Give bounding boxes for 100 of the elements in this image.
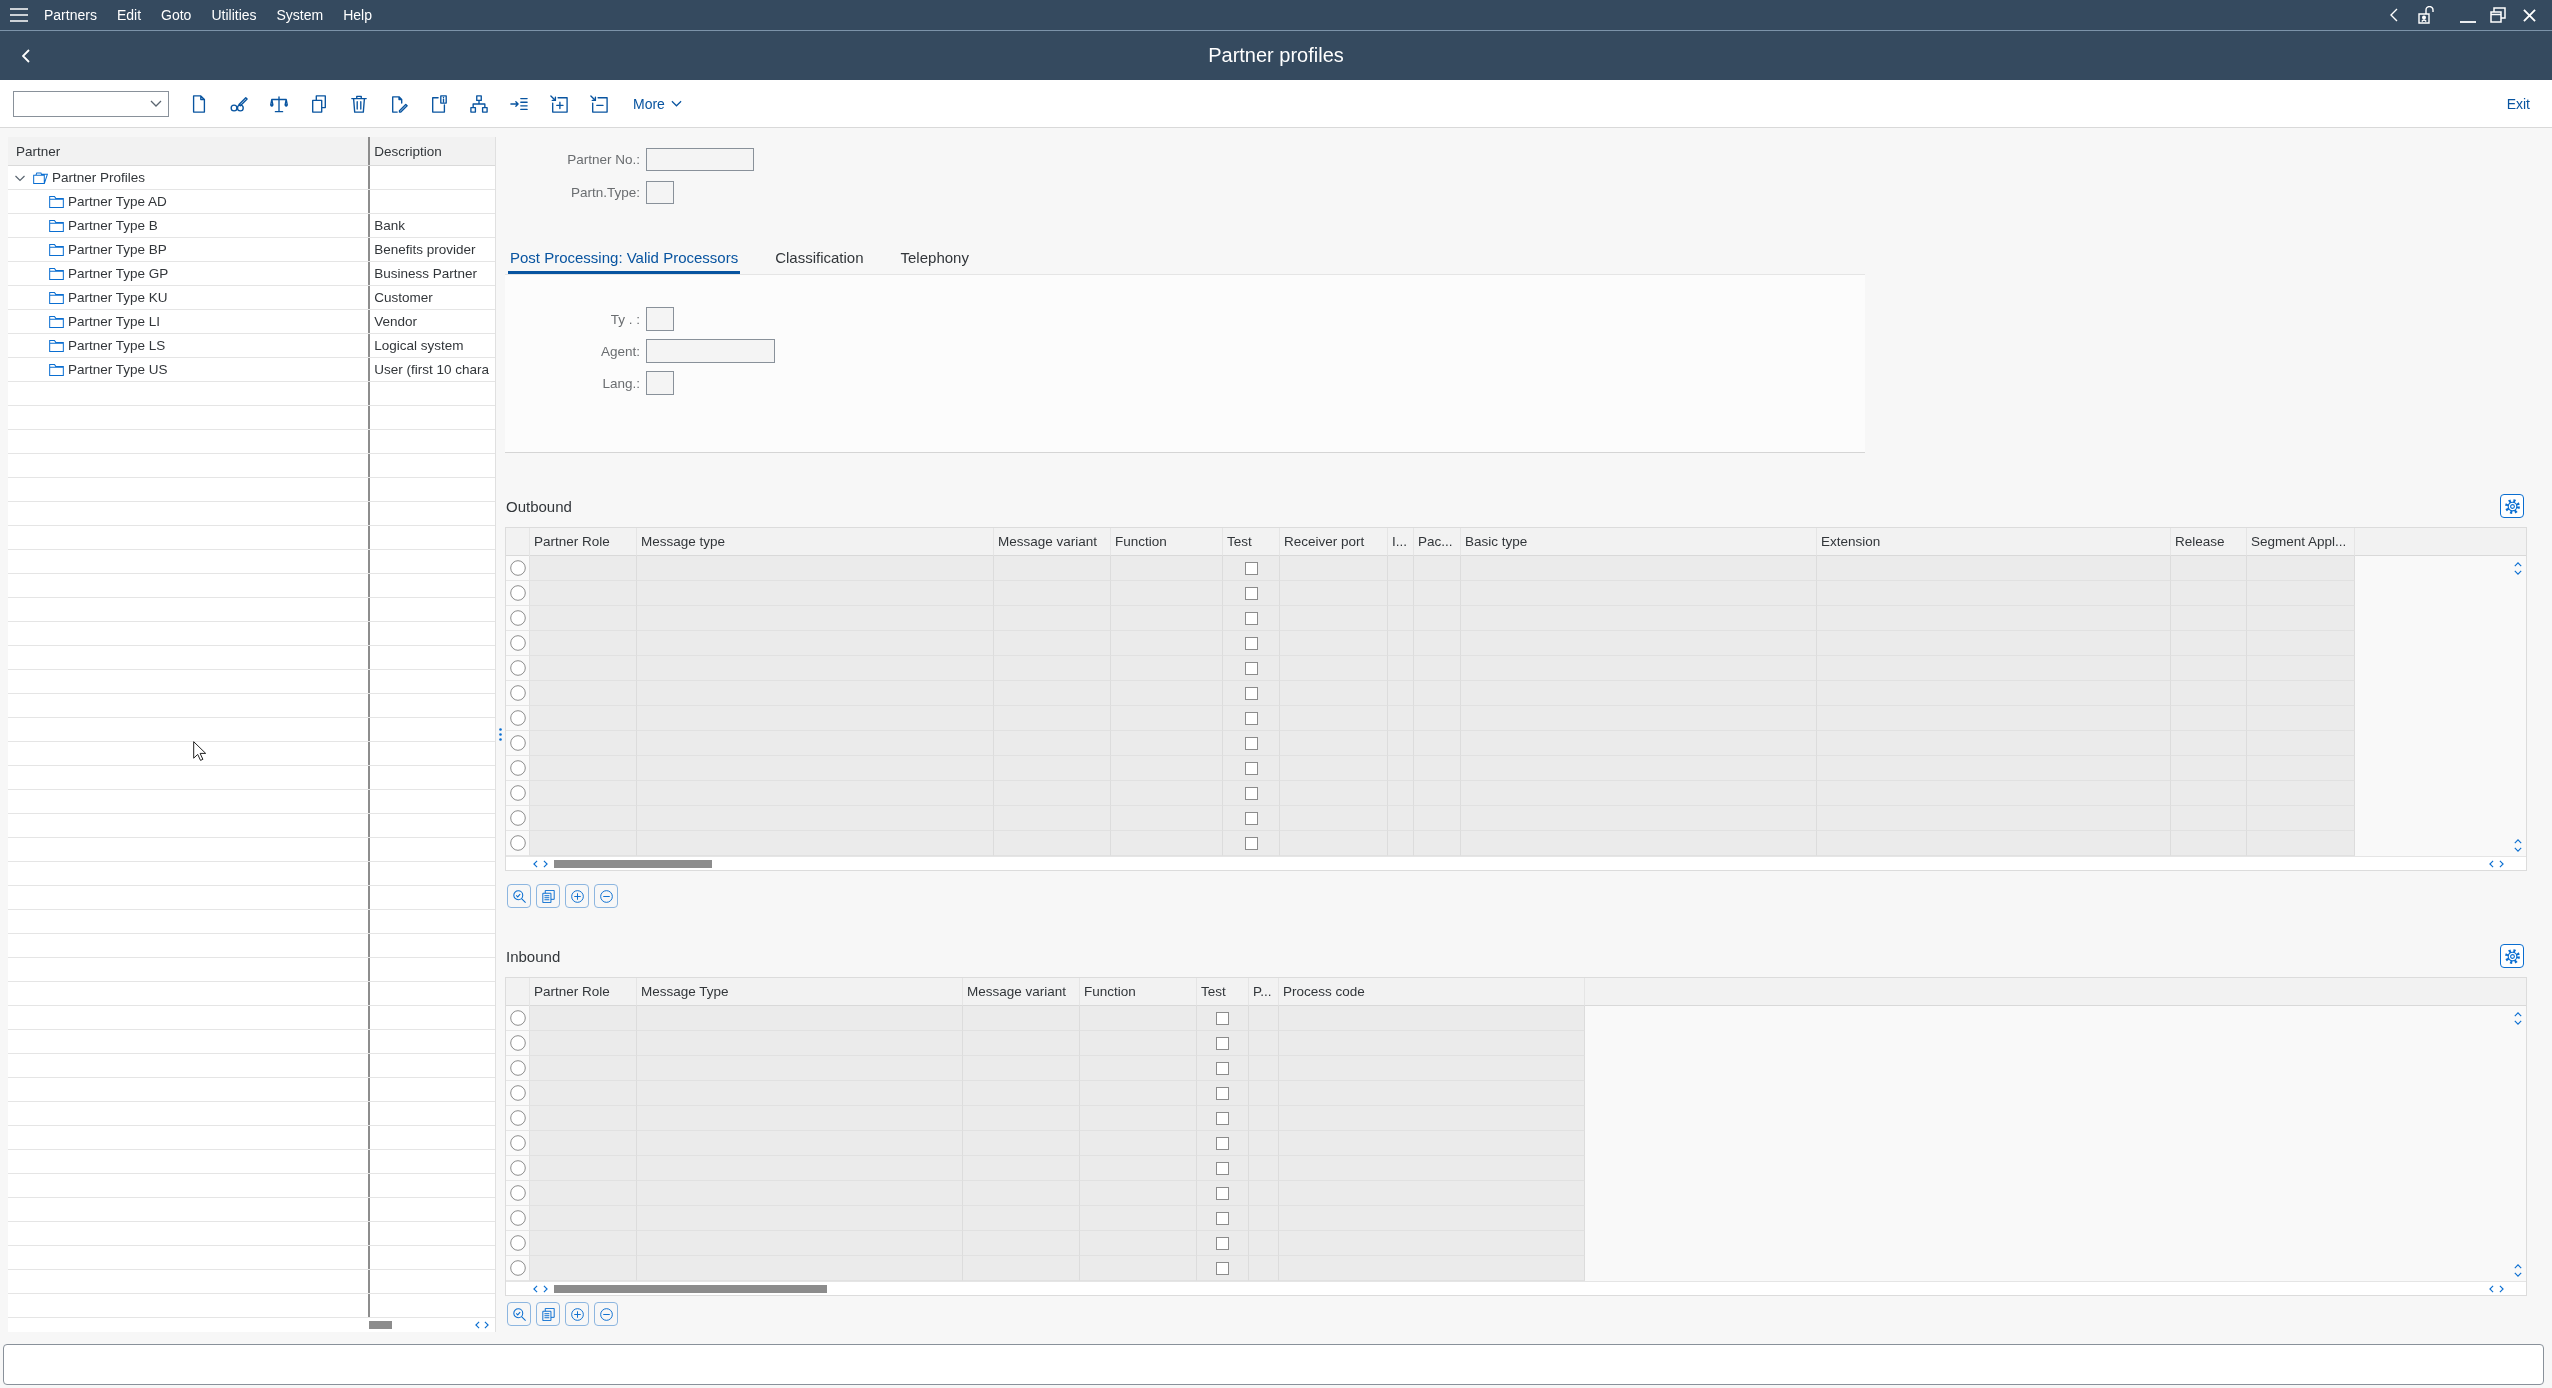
tree-item[interactable]: Partner Type BP <box>49 242 167 257</box>
radio-button[interactable] <box>509 760 526 776</box>
scroll-left-icon[interactable] <box>533 859 538 868</box>
trash-icon[interactable] <box>350 94 368 113</box>
remove-button[interactable] <box>594 884 618 908</box>
scroll-right-icon[interactable] <box>2499 859 2504 868</box>
checkbox[interactable] <box>1216 1011 1229 1025</box>
scroll-left-icon[interactable] <box>2489 859 2494 868</box>
checkbox[interactable] <box>1216 1136 1229 1150</box>
scroll-down-icon[interactable] <box>2514 570 2522 575</box>
checkbox[interactable] <box>1244 786 1258 800</box>
checkbox[interactable] <box>1244 736 1258 750</box>
scrollbar-thumb[interactable] <box>369 1321 392 1329</box>
checkbox[interactable] <box>1244 611 1258 625</box>
radio-button[interactable] <box>509 1185 526 1201</box>
radio-button[interactable] <box>509 1060 526 1076</box>
checkbox[interactable] <box>1244 836 1258 850</box>
scroll-right-icon[interactable] <box>2499 1284 2504 1293</box>
more-button[interactable]: More <box>633 95 682 112</box>
radio-button[interactable] <box>509 1110 526 1126</box>
menu-item[interactable]: Utilities <box>211 6 257 24</box>
radio-button[interactable] <box>509 710 526 726</box>
radio-button[interactable] <box>509 810 526 826</box>
checkbox[interactable] <box>1244 711 1258 725</box>
menu-item[interactable]: System <box>276 6 324 24</box>
checkbox[interactable] <box>1244 686 1258 700</box>
checkbox[interactable] <box>1216 1061 1229 1075</box>
radio-button[interactable] <box>509 785 526 801</box>
column-header[interactable]: Description <box>368 137 495 165</box>
scroll-right-icon[interactable] <box>543 1284 548 1293</box>
checkbox[interactable] <box>1216 1086 1229 1100</box>
checkbox[interactable] <box>1216 1186 1229 1200</box>
tab[interactable]: Classification <box>773 244 866 274</box>
zoom-button[interactable] <box>507 884 531 908</box>
scroll-up-icon[interactable] <box>2514 839 2522 844</box>
copy-icon[interactable] <box>310 94 328 113</box>
scroll-up-icon[interactable] <box>2514 1012 2522 1017</box>
scroll-right-icon[interactable] <box>543 859 548 868</box>
exit-button[interactable]: Exit <box>2506 95 2530 112</box>
radio-button[interactable] <box>509 1260 526 1276</box>
scroll-up-icon[interactable] <box>2514 1264 2522 1269</box>
tree-item[interactable]: Partner Type KU <box>49 290 168 305</box>
document-pencil-icon[interactable] <box>390 94 408 113</box>
zoom-button[interactable] <box>507 1302 531 1326</box>
scales-icon[interactable] <box>270 94 288 113</box>
input-field[interactable] <box>646 148 754 171</box>
column-header[interactable]: Partner <box>8 137 369 165</box>
radio-button[interactable] <box>509 585 526 601</box>
glasses-pencil-icon[interactable] <box>230 94 248 113</box>
document-info-icon[interactable] <box>430 94 448 113</box>
checkbox[interactable] <box>1216 1261 1229 1275</box>
add-button[interactable] <box>565 884 589 908</box>
menu-item[interactable]: Help <box>343 6 372 24</box>
checkbox[interactable] <box>1244 561 1258 575</box>
radio-button[interactable] <box>509 1085 526 1101</box>
dropdown-field[interactable] <box>13 90 169 117</box>
scroll-right-icon[interactable] <box>484 1321 489 1329</box>
back-icon[interactable] <box>22 48 30 63</box>
tree-item[interactable]: Partner Type LS <box>49 338 166 353</box>
scroll-down-icon[interactable] <box>2514 1020 2522 1025</box>
radio-button[interactable] <box>509 1010 526 1026</box>
radio-button[interactable] <box>509 685 526 701</box>
documents-button[interactable] <box>536 884 560 908</box>
settings-button[interactable] <box>2500 944 2524 968</box>
checkbox[interactable] <box>1216 1211 1229 1225</box>
scroll-up-icon[interactable] <box>2514 562 2522 567</box>
document-icon[interactable] <box>190 94 208 113</box>
checkbox[interactable] <box>1216 1036 1229 1050</box>
tree-item[interactable]: Partner Type B <box>49 218 158 233</box>
close-icon[interactable] <box>2523 8 2536 22</box>
padlock-icon[interactable] <box>2418 6 2434 24</box>
box-minus-icon[interactable] <box>590 94 608 113</box>
scroll-down-icon[interactable] <box>2514 1272 2522 1277</box>
checkbox[interactable] <box>1244 761 1258 775</box>
hierarchy-icon[interactable] <box>470 94 488 113</box>
scroll-left-icon[interactable] <box>533 1284 538 1293</box>
radio-button[interactable] <box>509 660 526 676</box>
radio-button[interactable] <box>509 1160 526 1176</box>
settings-button[interactable] <box>2500 494 2524 518</box>
drag-handle-icon[interactable] <box>499 728 502 741</box>
checkbox[interactable] <box>1244 661 1258 675</box>
scroll-left-icon[interactable] <box>2489 1284 2494 1293</box>
input-field[interactable] <box>646 339 775 363</box>
radio-button[interactable] <box>509 735 526 751</box>
tree-item[interactable]: Partner Type GP <box>49 266 169 281</box>
radio-button[interactable] <box>509 1035 526 1051</box>
radio-button[interactable] <box>509 1235 526 1251</box>
scroll-down-icon[interactable] <box>2514 847 2522 852</box>
checkbox[interactable] <box>1216 1236 1229 1250</box>
radio-button[interactable] <box>509 1210 526 1226</box>
documents-button[interactable] <box>536 1302 560 1326</box>
tab[interactable]: Telephony <box>898 244 971 274</box>
input-field[interactable] <box>646 307 674 331</box>
checkbox[interactable] <box>1216 1111 1229 1125</box>
tree-item[interactable]: Partner Type US <box>49 362 168 377</box>
input-field[interactable] <box>646 371 674 395</box>
checkbox[interactable] <box>1244 811 1258 825</box>
radio-button[interactable] <box>509 610 526 626</box>
tree-item[interactable]: Partner Type LI <box>49 314 161 329</box>
restore-icon[interactable] <box>2490 7 2506 23</box>
